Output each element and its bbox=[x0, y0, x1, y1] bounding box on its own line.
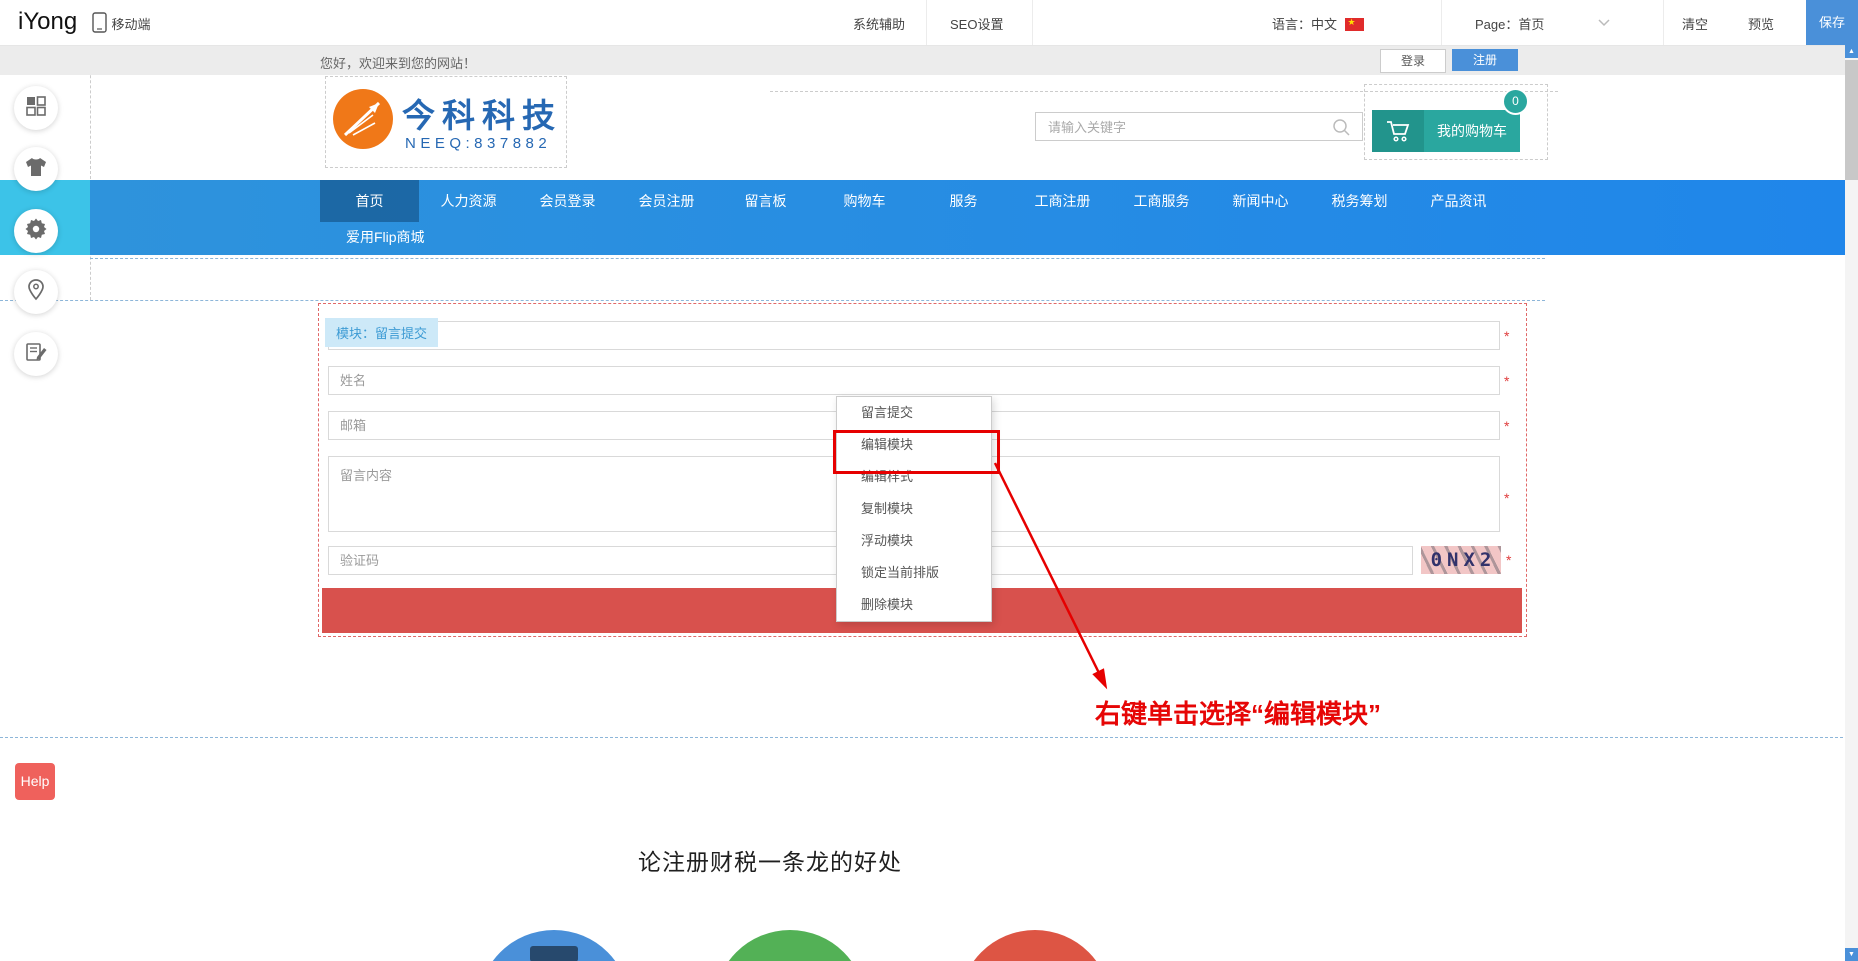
help-button[interactable]: Help bbox=[15, 763, 55, 800]
required-mark: * bbox=[1504, 373, 1509, 389]
nav-item[interactable]: 购物车 bbox=[815, 180, 914, 222]
layout-dashed-line bbox=[0, 300, 1545, 301]
captcha-image[interactable]: 0NX2 bbox=[1421, 546, 1501, 574]
cart-label: 我的购物车 bbox=[1424, 110, 1520, 152]
nav-item[interactable]: 税务筹划 bbox=[1310, 180, 1409, 222]
scrollbar-thumb[interactable] bbox=[1845, 60, 1858, 180]
nav-item[interactable]: 人力资源 bbox=[419, 180, 518, 222]
context-menu-item-copy-module[interactable]: 复制模块 bbox=[837, 493, 991, 525]
divider bbox=[1441, 0, 1442, 45]
welcome-bar: 您好，欢迎来到您的网站！ 登录 注册 bbox=[0, 45, 1858, 75]
scrollbar-track[interactable] bbox=[1845, 45, 1858, 961]
edit-note-icon bbox=[24, 341, 48, 368]
divider bbox=[1663, 0, 1664, 45]
required-mark: * bbox=[1504, 328, 1509, 344]
layout-dashed-line bbox=[90, 258, 1545, 259]
context-menu-item-delete-module[interactable]: 删除模块 bbox=[837, 589, 991, 621]
welcome-greeting: 您好，欢迎来到您的网站！ bbox=[320, 53, 476, 72]
feature-circle-red bbox=[959, 930, 1111, 961]
feature-circle-blue bbox=[478, 930, 630, 961]
page-selector[interactable]: Page：首页 bbox=[1475, 14, 1544, 34]
sidebar-settings-button[interactable] bbox=[14, 209, 58, 253]
module-tag: 模块：留言提交 bbox=[325, 318, 438, 347]
mobile-icon bbox=[92, 20, 111, 37]
search-box bbox=[1035, 112, 1363, 141]
annotation-text: 右键单击选择“编辑模块” bbox=[1095, 694, 1415, 731]
form-field-title[interactable] bbox=[328, 321, 1500, 350]
context-menu-item-float-module[interactable]: 浮动模块 bbox=[837, 525, 991, 557]
feature-circle-green bbox=[714, 930, 866, 961]
nav-item-flip-mall[interactable]: 爱用Flip商城 bbox=[320, 229, 451, 245]
cart-icon bbox=[1372, 110, 1424, 152]
scroll-up-icon[interactable]: ▲ bbox=[1845, 45, 1858, 58]
nav-item[interactable]: 服务 bbox=[914, 180, 1013, 222]
nav-item[interactable]: 会员注册 bbox=[617, 180, 716, 222]
captcha-text: 0NX2 bbox=[1431, 549, 1497, 571]
gear-icon bbox=[24, 217, 48, 246]
language-selector[interactable]: 语言：中文 ★ bbox=[1272, 14, 1364, 34]
mobile-label: 移动端 bbox=[111, 17, 150, 32]
login-button[interactable]: 登录 bbox=[1380, 49, 1446, 73]
clear-button[interactable]: 清空 bbox=[1682, 14, 1708, 33]
context-menu-item-lock-layout[interactable]: 锁定当前排版 bbox=[837, 557, 991, 589]
register-button[interactable]: 注册 bbox=[1452, 49, 1518, 71]
cn-flag-icon: ★ bbox=[1345, 18, 1364, 31]
site-logo[interactable]: 今科科技 NEEQ:837882 bbox=[325, 76, 567, 168]
required-mark: * bbox=[1504, 490, 1509, 506]
divider bbox=[926, 0, 927, 45]
scroll-down-icon[interactable]: ▼ bbox=[1845, 948, 1858, 961]
nav-row-1: 首页 人力资源 会员登录 会员注册 留言板 购物车 服务 工商注册 工商服务 新… bbox=[320, 180, 1508, 222]
layout-dashed-line bbox=[90, 45, 91, 300]
system-help-link[interactable]: 系统辅助 bbox=[853, 14, 905, 33]
nav-item[interactable]: 新闻中心 bbox=[1211, 180, 1310, 222]
divider bbox=[1032, 0, 1033, 45]
page-label: Page：首页 bbox=[1475, 17, 1544, 32]
nav-item[interactable]: 产品资讯 bbox=[1409, 180, 1508, 222]
highlight-red-box bbox=[833, 430, 1000, 474]
sidebar-theme-button[interactable] bbox=[14, 147, 58, 191]
annotation-arrow bbox=[985, 455, 1125, 705]
iyong-logo: iYong bbox=[18, 8, 77, 36]
seo-settings-link[interactable]: SEO设置 bbox=[950, 14, 1003, 33]
layout-dashed-line bbox=[0, 737, 1858, 738]
cart-button[interactable]: 我的购物车 bbox=[1372, 110, 1520, 152]
nav-item[interactable]: 会员登录 bbox=[518, 180, 617, 222]
chevron-down-icon[interactable] bbox=[1598, 19, 1610, 27]
brand-name: 今科科技 bbox=[402, 89, 562, 137]
sidebar-location-button[interactable] bbox=[14, 270, 58, 314]
language-label: 语言：中文 bbox=[1272, 17, 1337, 32]
logo-mark-icon bbox=[333, 89, 393, 149]
preview-button[interactable]: 预览 bbox=[1748, 14, 1774, 33]
nav-item[interactable]: 工商注册 bbox=[1013, 180, 1112, 222]
required-mark: * bbox=[1504, 418, 1509, 434]
section-heading: 论注册财税一条龙的好处 bbox=[420, 843, 1120, 877]
nav-item[interactable]: 工商服务 bbox=[1112, 180, 1211, 222]
editor-topbar: iYong 移动端 系统辅助 SEO设置 语言：中文 ★ Page：首页 清空 … bbox=[0, 0, 1858, 46]
feature-circle-icon bbox=[530, 946, 578, 961]
context-menu-item-module-name[interactable]: 留言提交 bbox=[837, 397, 991, 429]
nav-item[interactable]: 留言板 bbox=[716, 180, 815, 222]
required-mark: * bbox=[1506, 552, 1511, 568]
mobile-toggle[interactable]: 移动端 bbox=[92, 12, 150, 38]
grid-icon bbox=[25, 95, 47, 122]
sidebar-modules-button[interactable] bbox=[14, 86, 58, 130]
search-icon[interactable] bbox=[1332, 118, 1351, 142]
cart-count-badge: 0 bbox=[1502, 88, 1529, 115]
brand-neeq-code: NEEQ:837882 bbox=[405, 135, 551, 152]
save-button[interactable]: 保存 bbox=[1806, 0, 1858, 45]
tshirt-icon bbox=[24, 156, 48, 183]
nav-row-2: 爱用Flip商城 bbox=[320, 222, 451, 255]
sidebar-edit-button[interactable] bbox=[14, 332, 58, 376]
editor-page: iYong 移动端 系统辅助 SEO设置 语言：中文 ★ Page：首页 清空 … bbox=[0, 0, 1858, 961]
nav-item-home[interactable]: 首页 bbox=[320, 180, 419, 222]
search-input[interactable] bbox=[1036, 113, 1340, 142]
location-pin-icon bbox=[26, 278, 46, 307]
form-field-name[interactable] bbox=[328, 366, 1500, 395]
